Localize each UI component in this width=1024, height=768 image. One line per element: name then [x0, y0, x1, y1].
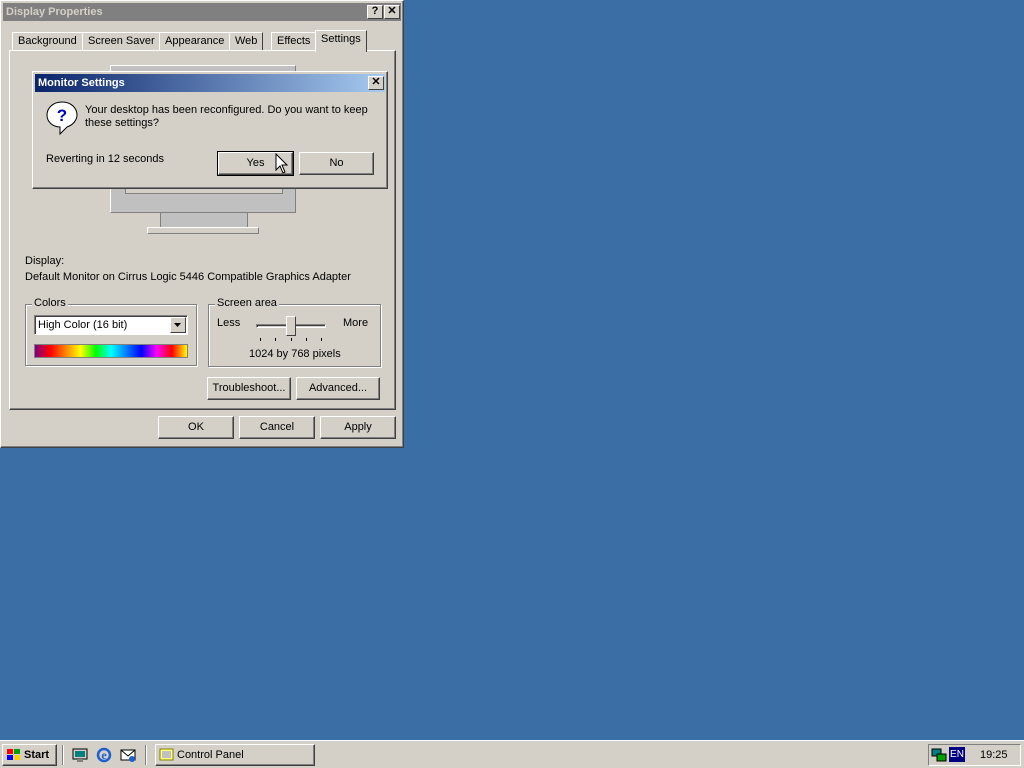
countdown-text: Reverting in 12 seconds: [46, 153, 165, 165]
taskbar: Start e Control Panel EN 19:25: [0, 740, 1024, 768]
monitor-neck: [160, 213, 248, 227]
tab-screen-saver[interactable]: Screen Saver: [82, 32, 161, 51]
less-label: Less: [217, 317, 241, 329]
resolution-slider-thumb[interactable]: [286, 316, 296, 336]
colors-group-label: Colors: [32, 297, 68, 309]
control-panel-icon: [159, 748, 174, 761]
troubleshoot-button[interactable]: Troubleshoot...: [207, 377, 291, 400]
screen-area-group: Screen area Less More 1024 by 768 pixels: [208, 297, 381, 367]
outlook-express-icon[interactable]: [120, 747, 136, 763]
network-icon[interactable]: [931, 747, 947, 763]
colors-selected-value: High Color (16 bit): [38, 319, 128, 331]
tab-appearance[interactable]: Appearance: [159, 32, 231, 51]
tab-background[interactable]: Background: [12, 32, 83, 51]
screen-area-group-label: Screen area: [215, 297, 279, 309]
taskbar-control-panel-button[interactable]: Control Panel: [155, 744, 315, 766]
system-tray: EN 19:25: [928, 744, 1021, 766]
dialog-close-button[interactable]: ✕: [368, 76, 384, 90]
color-spectrum-bar: [34, 344, 188, 358]
chevron-down-icon: [174, 323, 181, 327]
taskbar-separator-2: [145, 745, 147, 765]
taskbar-separator: [62, 745, 64, 765]
colors-group: Colors High Color (16 bit): [25, 297, 197, 366]
language-indicator[interactable]: EN: [949, 747, 965, 762]
monitor-settings-dialog: Monitor Settings ✕ ? Your desktop has be…: [32, 71, 388, 189]
mouse-pointer-icon: [275, 153, 289, 174]
display-properties-titlebar[interactable]: Display Properties: [3, 3, 401, 21]
start-button[interactable]: Start: [2, 744, 57, 766]
tab-settings[interactable]: Settings: [315, 30, 367, 52]
task-button-label: Control Panel: [177, 749, 244, 761]
cancel-button[interactable]: Cancel: [239, 416, 315, 439]
display-adapter-name: Default Monitor on Cirrus Logic 5446 Com…: [25, 271, 351, 283]
close-button[interactable]: ✕: [384, 5, 400, 19]
slider-ticks: [260, 338, 322, 342]
start-label: Start: [24, 749, 50, 761]
monitor-settings-titlebar[interactable]: Monitor Settings: [35, 74, 385, 92]
display-label: Display:: [25, 255, 65, 267]
resolution-value: 1024 by 768 pixels: [249, 348, 341, 360]
advanced-button[interactable]: Advanced...: [296, 377, 380, 400]
dropdown-arrow-button[interactable]: [170, 317, 186, 333]
svg-text:e: e: [101, 748, 107, 762]
clock[interactable]: 19:25: [980, 749, 1008, 761]
ok-button[interactable]: OK: [158, 416, 234, 439]
internet-explorer-icon[interactable]: e: [96, 747, 112, 763]
show-desktop-icon[interactable]: [72, 747, 88, 763]
more-label: More: [343, 317, 369, 329]
colors-dropdown[interactable]: High Color (16 bit): [34, 315, 188, 335]
question-icon: ?: [46, 101, 78, 136]
windows-logo-icon: [7, 749, 20, 760]
tab-web[interactable]: Web: [229, 32, 264, 51]
tab-effects[interactable]: Effects: [271, 32, 317, 51]
no-button[interactable]: No: [299, 152, 374, 175]
help-button[interactable]: ?: [367, 5, 383, 19]
apply-button[interactable]: Apply: [320, 416, 396, 439]
monitor-base: [147, 227, 259, 234]
dialog-title: Monitor Settings: [38, 77, 125, 89]
svg-text:?: ?: [57, 106, 67, 125]
display-properties-window: Display Properties ? ✕ Background Screen…: [0, 0, 404, 448]
dialog-message: Your desktop has been reconfigured. Do y…: [85, 104, 368, 129]
window-title: Display Properties: [6, 6, 103, 18]
